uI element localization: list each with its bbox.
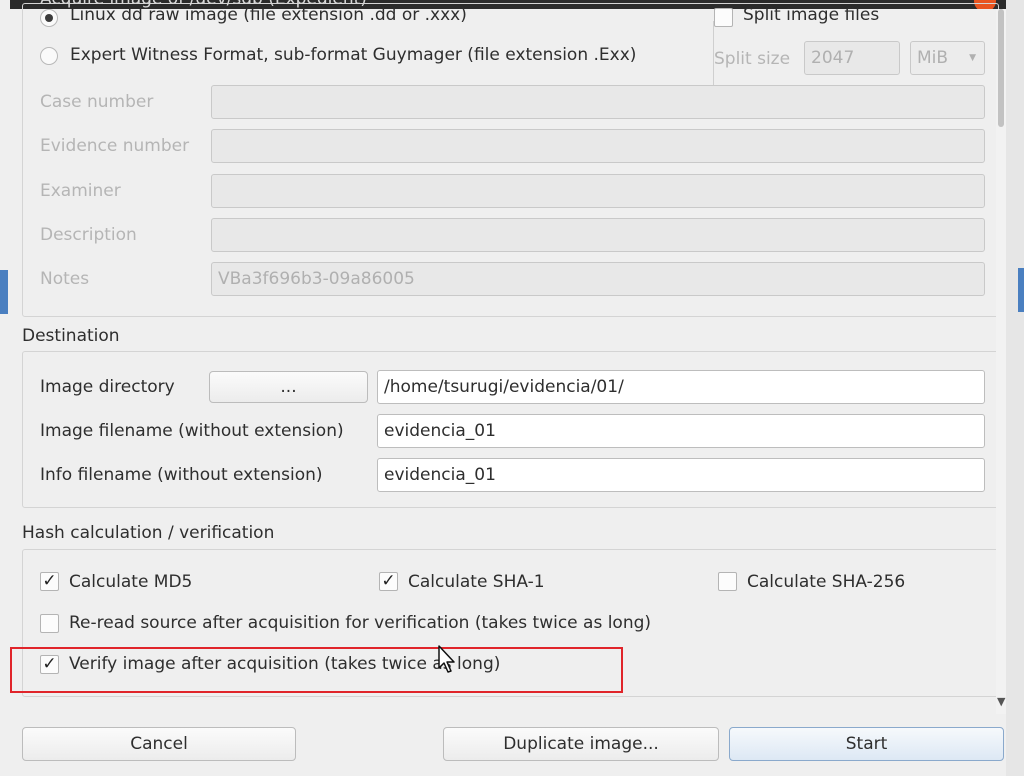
background-window-left — [0, 0, 10, 776]
scroll-down-arrow-icon[interactable]: ▼ — [997, 695, 1005, 708]
evidence-number-input[interactable] — [211, 129, 985, 163]
red-annotation-box — [10, 647, 623, 693]
notes-label: Notes — [40, 269, 90, 289]
browse-directory-button[interactable]: ... — [209, 371, 368, 403]
hash-section-title: Hash calculation / verification — [22, 523, 275, 543]
split-unit-select[interactable]: MiB ▼ — [910, 41, 985, 75]
split-size-input[interactable]: 2047 — [804, 41, 900, 75]
md5-label[interactable]: Calculate MD5 — [69, 572, 192, 592]
case-number-input[interactable] — [211, 85, 985, 119]
reread-label[interactable]: Re-read source after acquisition for ver… — [69, 613, 651, 633]
chevron-down-icon: ▼ — [969, 53, 976, 63]
sha1-checkbox[interactable]: ✓ — [379, 572, 398, 591]
image-filename-input[interactable]: evidencia_01 — [377, 414, 985, 448]
info-filename-label: Info filename (without extension) — [40, 465, 323, 485]
split-image-label[interactable]: Split image files — [743, 5, 879, 25]
start-button[interactable]: Start — [729, 727, 1004, 761]
evidence-number-label: Evidence number — [40, 136, 190, 156]
duplicate-image-button[interactable]: Duplicate image... — [443, 727, 719, 761]
split-image-checkbox[interactable] — [714, 8, 733, 27]
description-label: Description — [40, 225, 137, 245]
reread-checkbox[interactable] — [40, 614, 59, 633]
background-selected-row-right — [1018, 268, 1024, 312]
background-window-right — [1006, 0, 1024, 776]
background-selected-row — [0, 270, 8, 314]
sha1-label[interactable]: Calculate SHA-1 — [408, 572, 545, 592]
acquire-image-dialog: Linux dd raw image (file extension .dd o… — [10, 3, 1006, 776]
examiner-input[interactable] — [211, 174, 985, 208]
scrollbar-thumb[interactable] — [998, 9, 1004, 127]
image-directory-input[interactable]: /home/tsurugi/evidencia/01/ — [377, 370, 985, 404]
case-number-label: Case number — [40, 92, 154, 112]
split-unit-value: MiB — [917, 48, 949, 68]
split-size-label: Split size — [714, 49, 791, 69]
format-dd-label[interactable]: Linux dd raw image (file extension .dd o… — [70, 5, 467, 25]
image-filename-label: Image filename (without extension) — [40, 421, 344, 441]
mouse-cursor-icon — [438, 645, 455, 673]
notes-input[interactable]: VBa3f696b3-09a86005 — [211, 262, 985, 296]
sha256-checkbox[interactable] — [718, 572, 737, 591]
format-ewf-radio[interactable] — [40, 47, 58, 65]
destination-section-title: Destination — [22, 326, 120, 346]
format-dd-radio[interactable] — [40, 9, 58, 27]
cancel-button[interactable]: Cancel — [22, 727, 296, 761]
format-ewf-label[interactable]: Expert Witness Format, sub-format Guymag… — [70, 45, 636, 65]
description-input[interactable] — [211, 218, 985, 252]
vertical-scrollbar[interactable]: ▼ — [996, 9, 1006, 714]
image-directory-label: Image directory — [40, 377, 175, 397]
md5-checkbox[interactable]: ✓ — [40, 572, 59, 591]
info-filename-input[interactable]: evidencia_01 — [377, 458, 985, 492]
sha256-label[interactable]: Calculate SHA-256 — [747, 572, 905, 592]
examiner-label: Examiner — [40, 181, 121, 201]
